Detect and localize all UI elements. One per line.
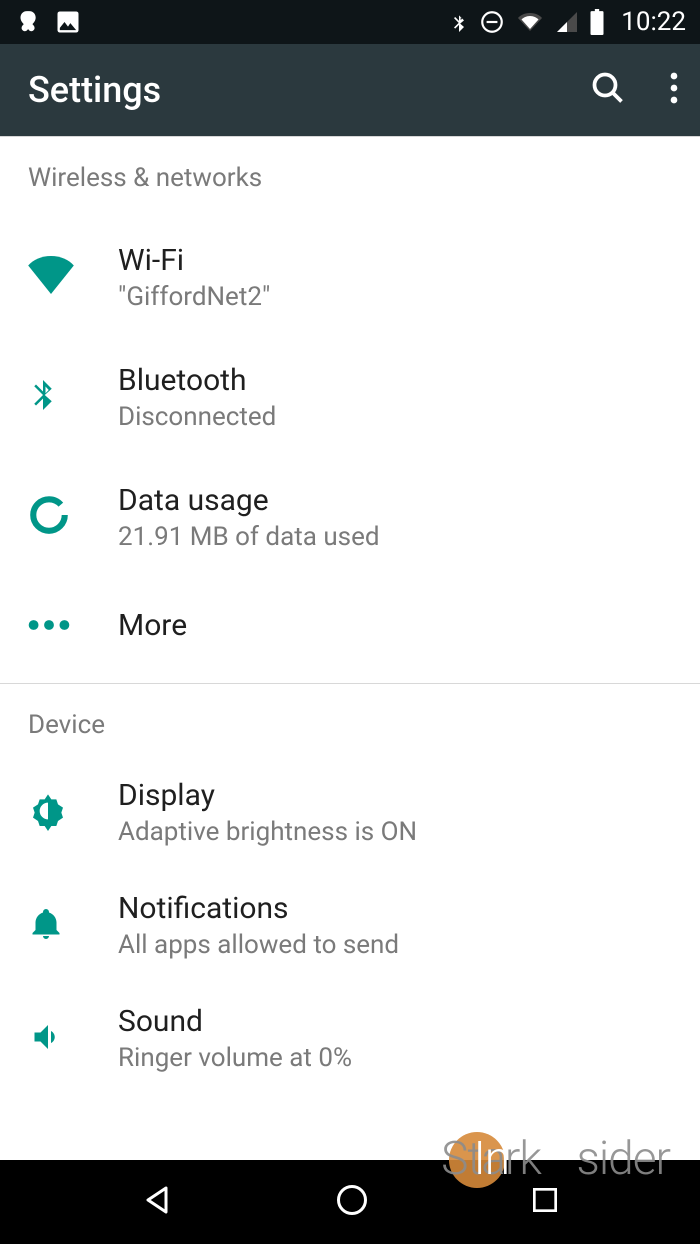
status-bar: 10:22 bbox=[0, 0, 700, 44]
sound-item[interactable]: Sound Ringer volume at 0% bbox=[0, 982, 700, 1095]
back-button[interactable] bbox=[139, 1182, 175, 1222]
wifi-title: Wi-Fi bbox=[118, 243, 270, 278]
home-button[interactable] bbox=[334, 1182, 370, 1222]
bluetooth-subtitle: Disconnected bbox=[118, 402, 276, 432]
search-button[interactable] bbox=[590, 70, 626, 110]
bluetooth-item[interactable]: Bluetooth Disconnected bbox=[0, 337, 700, 457]
data-usage-icon bbox=[28, 494, 70, 540]
display-subtitle: Adaptive brightness is ON bbox=[118, 817, 417, 847]
sound-title: Sound bbox=[118, 1004, 352, 1039]
more-icon bbox=[28, 616, 70, 635]
navigation-bar bbox=[0, 1160, 700, 1244]
overflow-menu-button[interactable] bbox=[670, 71, 678, 109]
more-title: More bbox=[118, 608, 187, 643]
status-time: 10:22 bbox=[621, 7, 686, 37]
section-header-wireless: Wireless & networks bbox=[0, 137, 700, 197]
more-item[interactable]: More bbox=[0, 577, 700, 673]
wifi-status-icon bbox=[515, 10, 545, 34]
settings-content: Wireless & networks Wi-Fi "GiffordNet2" … bbox=[0, 137, 700, 1095]
bluetooth-status-icon bbox=[449, 8, 469, 36]
sound-subtitle: Ringer volume at 0% bbox=[118, 1043, 352, 1073]
dnd-icon bbox=[479, 9, 505, 35]
section-header-device: Device bbox=[0, 684, 700, 744]
display-title: Display bbox=[118, 778, 417, 813]
notifications-icon bbox=[28, 904, 64, 948]
wifi-subtitle: "GiffordNet2" bbox=[118, 282, 270, 312]
recent-apps-button[interactable] bbox=[529, 1184, 561, 1220]
data-usage-subtitle: 21.91 MB of data used bbox=[118, 522, 380, 552]
app-bar: Settings bbox=[0, 44, 700, 137]
bluetooth-title: Bluetooth bbox=[118, 363, 276, 398]
wifi-icon bbox=[28, 256, 74, 298]
notifications-title: Notifications bbox=[118, 891, 399, 926]
bluetooth-icon bbox=[28, 373, 58, 421]
cell-signal-icon bbox=[555, 10, 579, 34]
brightness-icon bbox=[28, 791, 68, 835]
page-title: Settings bbox=[28, 69, 161, 111]
notifications-subtitle: All apps allowed to send bbox=[118, 930, 399, 960]
display-item[interactable]: Display Adaptive brightness is ON bbox=[0, 756, 700, 869]
data-usage-item[interactable]: Data usage 21.91 MB of data used bbox=[0, 457, 700, 577]
notifications-item[interactable]: Notifications All apps allowed to send bbox=[0, 869, 700, 982]
image-notify-icon bbox=[54, 8, 82, 36]
wifi-item[interactable]: Wi-Fi "GiffordNet2" bbox=[0, 217, 700, 337]
battery-icon bbox=[589, 9, 605, 35]
sound-icon bbox=[28, 1019, 68, 1059]
app-notify-icon bbox=[14, 9, 40, 35]
data-usage-title: Data usage bbox=[118, 483, 380, 518]
